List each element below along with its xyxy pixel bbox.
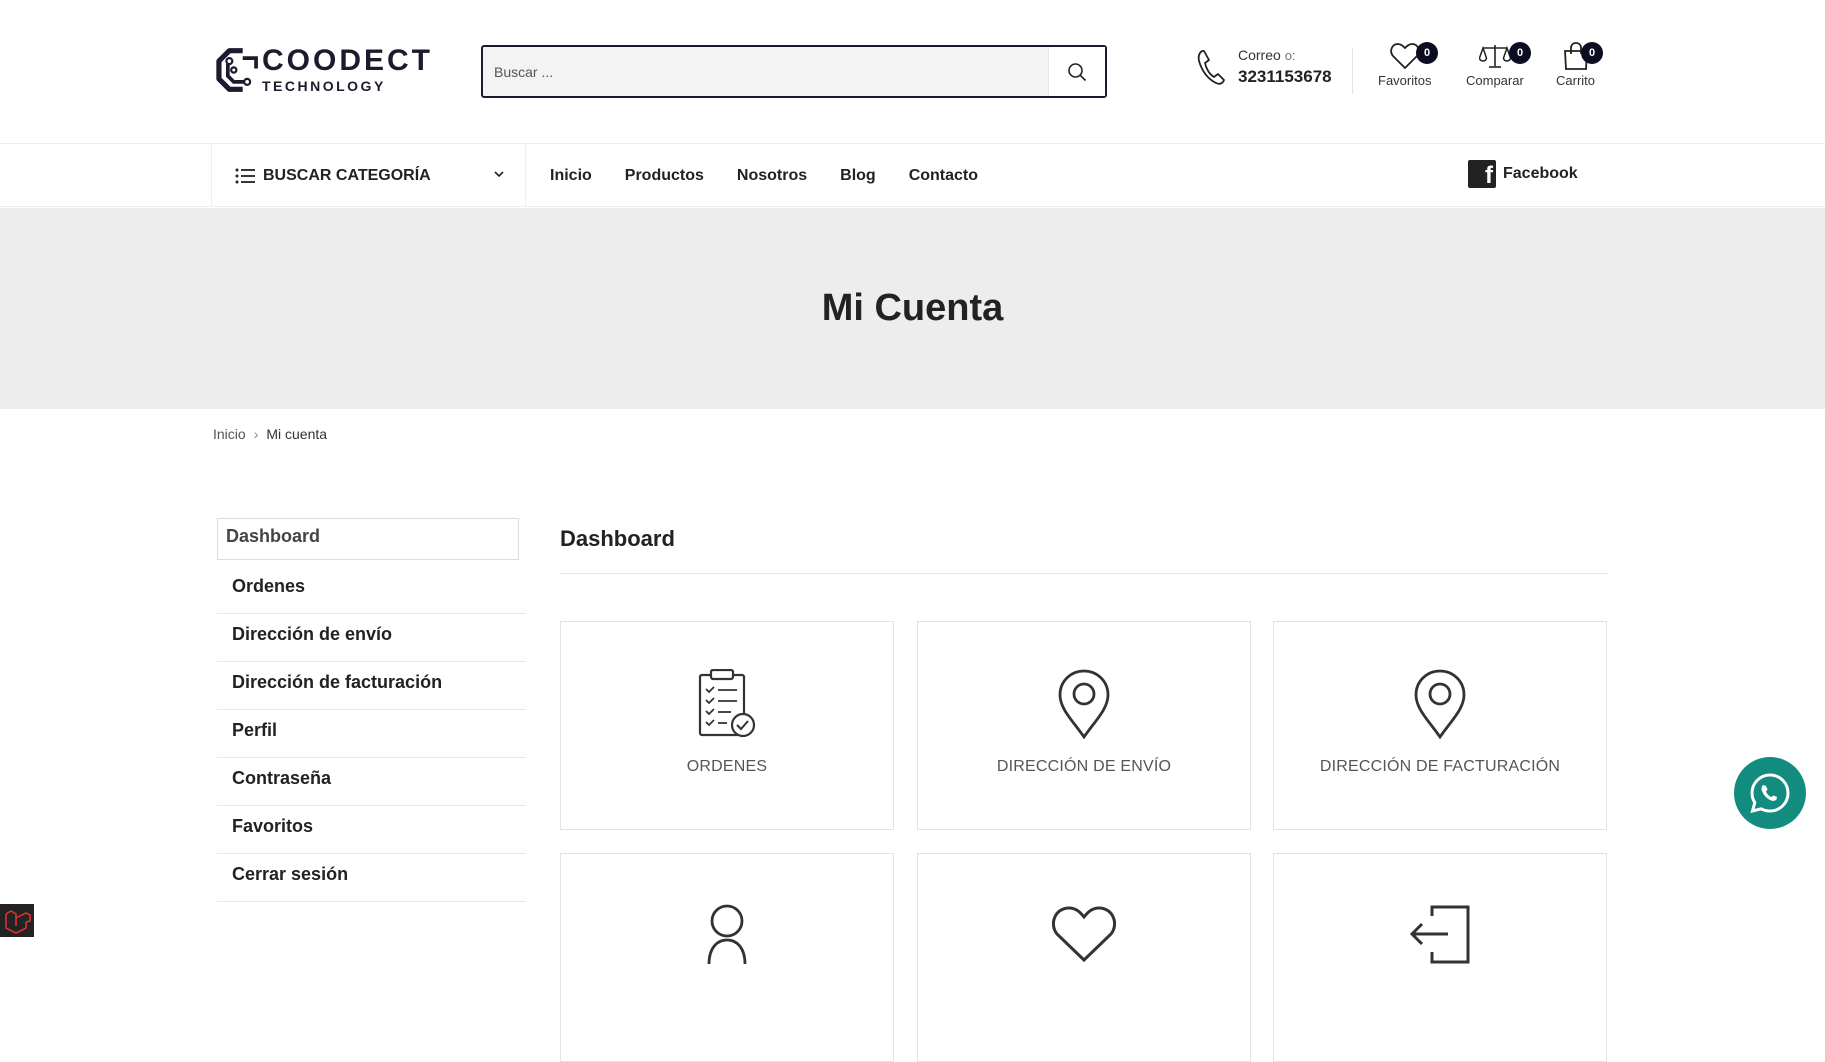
sidebar-item-direccion-envio[interactable]: Dirección de envío <box>217 614 526 662</box>
page-title: Mi Cuenta <box>821 287 1004 329</box>
scale-icon <box>1478 45 1511 68</box>
header-favorites[interactable]: Favoritos 0 <box>1378 42 1438 88</box>
header-cart[interactable]: Carrito 0 <box>1556 42 1603 88</box>
brand-name: COODECT <box>262 44 433 77</box>
card-label-ordenes: ORDENES <box>686 758 768 775</box>
account-sidebar: Dashboard Ordenes Dirección de envío Dir… <box>211 518 526 902</box>
sidebar-item-perfil[interactable]: Perfil <box>217 710 526 758</box>
compare-label: Comparar <box>1466 73 1524 88</box>
compare-count-badge: 0 <box>1509 42 1531 64</box>
main-navigation: BUSCAR CATEGORÍA Inicio Productos Nosotr… <box>0 144 1825 207</box>
map-pin-icon <box>1058 669 1110 739</box>
category-dropdown[interactable]: BUSCAR CATEGORÍA <box>211 144 526 207</box>
search-bar <box>481 45 1107 98</box>
contact-block[interactable]: Correo o: 3231153678 <box>1196 47 1332 87</box>
nav-item-blog[interactable]: Blog <box>840 167 876 185</box>
heart-icon <box>1390 43 1420 70</box>
sidebar-item-direccion-facturacion[interactable]: Dirección de facturación <box>217 662 526 710</box>
list-icon <box>235 168 255 183</box>
sidebar-item-cerrar-sesion[interactable]: Cerrar sesión <box>217 854 526 902</box>
brand-tagline: TECHNOLOGY <box>262 78 386 94</box>
debug-bar-icon[interactable] <box>0 904 34 937</box>
dashboard-divider <box>560 573 1608 574</box>
clipboard-check-icon <box>698 669 756 738</box>
facebook-icon: f <box>1468 160 1496 188</box>
user-icon <box>707 904 747 964</box>
nav-item-nosotros[interactable]: Nosotros <box>737 167 807 185</box>
dashboard-card-direccion-facturacion[interactable]: DIRECCIÓN DE FACTURACIÓN <box>1273 621 1607 830</box>
card-label-direccion-envio: DIRECCIÓN DE ENVÍO <box>996 758 1172 775</box>
nav-menu: Inicio Productos Nosotros Blog Contacto <box>550 144 1011 207</box>
breadcrumb-current: Mi cuenta <box>266 426 328 442</box>
contact-phone: 3231153678 <box>1238 67 1332 86</box>
whatsapp-button[interactable] <box>1734 757 1806 829</box>
search-icon <box>1068 62 1087 81</box>
breadcrumb-home[interactable]: Inicio <box>213 426 246 442</box>
dashboard-card-cerrar-sesion[interactable] <box>1273 853 1607 1062</box>
cart-label: Carrito <box>1556 73 1596 88</box>
heart-icon <box>1052 906 1116 963</box>
search-button[interactable] <box>1048 47 1105 96</box>
site-header: COODECT TECHNOLOGY Correo o: 3231153678 … <box>0 0 1825 144</box>
brand-logo[interactable]: COODECT TECHNOLOGY <box>213 36 433 104</box>
header-compare[interactable]: Comparar 0 <box>1466 42 1531 88</box>
page-banner: Mi Cuenta <box>0 208 1825 409</box>
sidebar-item-contrasena[interactable]: Contraseña <box>217 758 526 806</box>
map-pin-icon <box>1414 669 1466 739</box>
search-input[interactable] <box>483 47 1048 96</box>
dashboard-title: Dashboard <box>560 526 675 551</box>
facebook-label: Facebook <box>1503 165 1578 182</box>
logo-mark-icon <box>216 48 258 92</box>
chevron-down-icon <box>494 171 504 178</box>
favorites-count-badge: 0 <box>1416 42 1438 64</box>
whatsapp-icon <box>1750 773 1790 814</box>
category-dropdown-label: BUSCAR CATEGORÍA <box>263 166 431 184</box>
breadcrumb-chevron-icon: › <box>253 426 259 442</box>
phone-icon <box>1197 50 1225 85</box>
dashboard-card-ordenes[interactable]: ORDENES <box>560 621 894 830</box>
breadcrumb: Inicio › Mi cuenta <box>213 426 327 442</box>
dashboard-card-direccion-envio[interactable]: DIRECCIÓN DE ENVÍO <box>917 621 1251 830</box>
header-divider <box>1352 48 1353 94</box>
sidebar-item-ordenes[interactable]: Ordenes <box>217 566 526 614</box>
nav-item-productos[interactable]: Productos <box>625 167 704 185</box>
nav-item-contacto[interactable]: Contacto <box>909 167 978 185</box>
cart-count-badge: 0 <box>1581 42 1603 64</box>
contact-label: Correo <box>1238 47 1281 63</box>
dashboard-card-favoritos[interactable] <box>917 853 1251 1062</box>
facebook-link[interactable]: f Facebook <box>1468 160 1578 188</box>
logout-icon <box>1409 905 1470 964</box>
laravel-icon <box>5 910 31 934</box>
sidebar-item-favoritos[interactable]: Favoritos <box>217 806 526 854</box>
sidebar-item-dashboard[interactable]: Dashboard <box>217 518 519 560</box>
contact-label-suffix: o: <box>1284 48 1296 63</box>
dashboard-card-perfil[interactable] <box>560 853 894 1062</box>
card-label-direccion-facturacion: DIRECCIÓN DE FACTURACIÓN <box>1319 758 1561 775</box>
favorites-label: Favoritos <box>1378 73 1432 88</box>
nav-item-inicio[interactable]: Inicio <box>550 167 592 185</box>
